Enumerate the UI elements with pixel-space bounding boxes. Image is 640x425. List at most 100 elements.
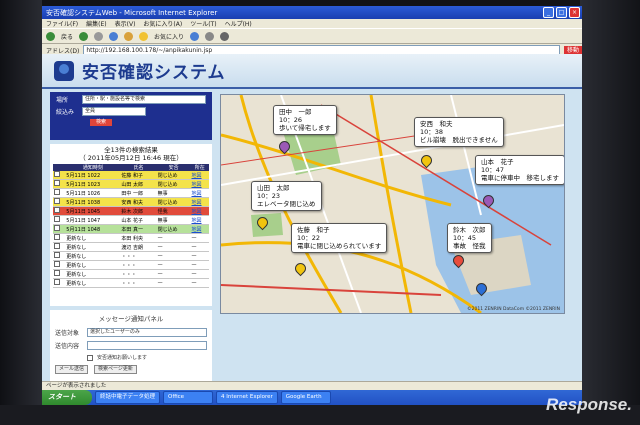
- menu-help[interactable]: ヘルプ(H): [225, 19, 252, 28]
- row-checkbox-icon[interactable]: [54, 243, 60, 249]
- row-checkbox[interactable]: [53, 188, 66, 198]
- row-checkbox[interactable]: [53, 251, 66, 261]
- row-checkbox-icon[interactable]: [54, 261, 60, 267]
- callout-name: 鈴木 次郎: [453, 226, 486, 234]
- row-location[interactable]: 地図: [190, 197, 209, 207]
- minimize-button[interactable]: _: [543, 7, 554, 18]
- row-checkbox-icon[interactable]: [54, 225, 60, 231]
- row-checkbox[interactable]: [53, 269, 66, 279]
- row-location[interactable]: 地図: [190, 206, 209, 216]
- row-checkbox[interactable]: [53, 224, 66, 234]
- content-input[interactable]: [87, 341, 207, 350]
- table-row[interactable]: 5月11日 1047 山本 花子 無事 地図: [53, 215, 209, 225]
- row-location[interactable]: 地図: [190, 188, 209, 198]
- row-time: 5月11日 1048: [65, 224, 121, 234]
- table-row[interactable]: 5月11日 1022 佐藤 和子 閉じ込め 地図: [53, 171, 209, 180]
- menu-tools[interactable]: ツール(T): [190, 19, 216, 28]
- row-location[interactable]: —: [190, 242, 209, 252]
- row-checkbox-icon[interactable]: [54, 207, 60, 213]
- menu-view[interactable]: 表示(V): [115, 19, 136, 28]
- table-row[interactable]: 更新なし 本田 利央 — —: [53, 233, 209, 243]
- search-button[interactable]: 検索: [90, 119, 112, 126]
- row-location[interactable]: 地図: [190, 171, 209, 180]
- callout-message: 事故 怪我: [453, 242, 486, 250]
- back-arrow-icon[interactable]: [46, 31, 55, 41]
- favorites-star-icon[interactable]: [139, 31, 149, 41]
- callout-message: ビル崩壊 脱出できません: [420, 136, 498, 144]
- row-checkbox-icon[interactable]: [54, 171, 60, 177]
- row-location[interactable]: —: [190, 260, 209, 270]
- favorites-button[interactable]: お気に入り: [154, 32, 184, 41]
- callout-time: 10：45: [453, 234, 477, 242]
- taskbar-item[interactable]: 終話中電子データ処理: [95, 391, 161, 404]
- table-row[interactable]: 更新なし ・・・ — —: [53, 251, 209, 261]
- row-location[interactable]: —: [190, 269, 209, 279]
- table-row[interactable]: 5月11日 1023 山田 太郎 閉じ込め 地図: [53, 179, 209, 189]
- row-checkbox[interactable]: [53, 242, 66, 252]
- table-row[interactable]: 5月11日 1045 鈴木 次郎 怪我 地図: [53, 206, 209, 216]
- taskbar-item[interactable]: 4 Internet Explorer: [216, 391, 278, 404]
- table-row[interactable]: 更新なし ・・・ — —: [53, 278, 209, 288]
- row-location[interactable]: —: [190, 233, 209, 243]
- row-checkbox[interactable]: [53, 233, 66, 243]
- back-button[interactable]: 戻る: [61, 32, 73, 41]
- map-view[interactable]: 田中 一郎 10：26 歩いて帰宅します 安西 和夫 10：38 ビル崩壊 脱出…: [220, 94, 565, 314]
- target-select[interactable]: 選択したユーザーのみ: [87, 328, 207, 337]
- callout-time: 10：47: [481, 166, 505, 174]
- row-location[interactable]: —: [190, 251, 209, 261]
- table-row[interactable]: 更新なし ・・・ — —: [53, 269, 209, 279]
- menu-favorites[interactable]: お気に入り(A): [143, 19, 182, 28]
- row-checkbox[interactable]: [53, 215, 66, 225]
- home-icon[interactable]: [124, 31, 134, 41]
- print-icon[interactable]: [220, 31, 230, 41]
- table-row[interactable]: 5月11日 1038 安西 和夫 閉じ込め 地図: [53, 197, 209, 207]
- option-checkbox[interactable]: [87, 354, 93, 361]
- menu-edit[interactable]: 編集(E): [86, 19, 106, 28]
- header-checkbox: [53, 164, 66, 171]
- row-checkbox-icon[interactable]: [54, 234, 60, 240]
- stop-icon[interactable]: [94, 31, 104, 41]
- callout-tanaka: 田中 一郎 10：26 歩いて帰宅します: [273, 105, 337, 135]
- row-checkbox-icon[interactable]: [54, 189, 60, 195]
- row-name: 佐藤 和子: [120, 171, 157, 180]
- menu-file[interactable]: ファイル(F): [46, 19, 78, 28]
- close-button[interactable]: ×: [569, 7, 580, 18]
- taskbar-item[interactable]: Google Earth: [280, 391, 331, 404]
- maximize-button[interactable]: □: [556, 7, 567, 18]
- mail-icon[interactable]: [205, 31, 215, 41]
- row-checkbox-icon[interactable]: [54, 270, 60, 276]
- row-checkbox[interactable]: [53, 260, 66, 270]
- menu-bar: ファイル(F) 編集(E) 表示(V) お気に入り(A) ツール(T) ヘルプ(…: [42, 19, 582, 28]
- row-checkbox-icon[interactable]: [54, 279, 60, 285]
- row-checkbox[interactable]: [53, 179, 66, 189]
- row-checkbox[interactable]: [53, 197, 66, 207]
- send-mail-button[interactable]: メール送信: [55, 365, 89, 374]
- table-row[interactable]: 更新なし 渡辺 吉朗 — —: [53, 242, 209, 252]
- refresh-icon[interactable]: [109, 31, 119, 41]
- filter-label: 絞込み: [56, 109, 75, 116]
- row-checkbox-icon[interactable]: [54, 180, 60, 186]
- table-row[interactable]: 5月11日 1048 本田 真一 閉じ込め 地図: [53, 224, 209, 234]
- filter-select[interactable]: 全員: [82, 107, 146, 116]
- row-checkbox-icon[interactable]: [54, 216, 60, 222]
- row-location[interactable]: 地図: [190, 179, 209, 189]
- row-status: —: [156, 251, 191, 261]
- search-panel: 場所 住所・駅・施設名等で検索 絞込み 全員 検索: [50, 92, 212, 140]
- row-checkbox-icon[interactable]: [54, 198, 60, 204]
- start-button[interactable]: スタート: [42, 390, 92, 405]
- forward-arrow-icon[interactable]: [79, 31, 89, 41]
- location-input[interactable]: 住所・駅・施設名等で検索: [82, 95, 206, 104]
- row-checkbox-icon[interactable]: [54, 252, 60, 258]
- table-row[interactable]: 更新なし ・・・ — —: [53, 260, 209, 270]
- row-time: 更新なし: [65, 269, 121, 279]
- row-location[interactable]: 地図: [190, 224, 209, 234]
- row-checkbox[interactable]: [53, 206, 66, 216]
- history-icon[interactable]: [190, 31, 200, 41]
- row-location[interactable]: 地図: [190, 215, 209, 225]
- row-location[interactable]: —: [190, 278, 209, 288]
- row-checkbox[interactable]: [53, 171, 66, 180]
- table-row[interactable]: 5月11日 1026 田中 一郎 無事 地図: [53, 188, 209, 198]
- refresh-page-button[interactable]: 検索ページ更新: [93, 365, 137, 374]
- taskbar-item[interactable]: Office: [163, 391, 214, 404]
- row-checkbox[interactable]: [53, 278, 66, 288]
